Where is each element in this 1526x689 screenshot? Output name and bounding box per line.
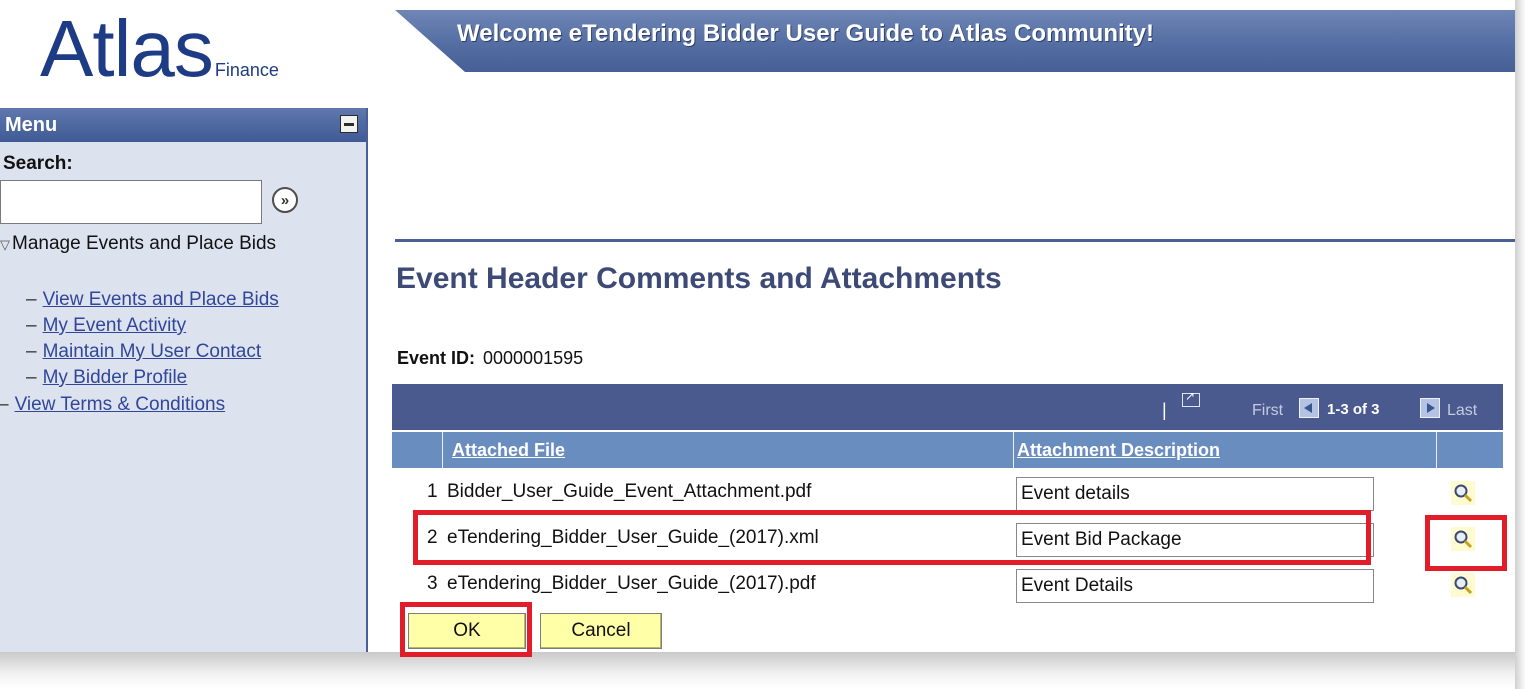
menu-folder-label: Manage Events and Place Bids	[12, 233, 277, 254]
row-number: 1	[427, 481, 438, 502]
welcome-banner-text: Welcome eTendering Bidder User Guide to …	[457, 20, 1154, 47]
table-row: 3 eTendering_Bidder_User_Guide_(2017).pd…	[392, 563, 1503, 607]
column-attached-file[interactable]: Attached File	[452, 440, 565, 461]
menu-link-bidder-profile[interactable]: My Bidder Profile	[43, 367, 188, 388]
menu-folder-manage-events[interactable]: ▽ Manage Events and Place Bids	[0, 230, 340, 258]
highlight-row-2	[413, 510, 1371, 565]
menu-link-maintain-contact[interactable]: Maintain My User Contact	[43, 341, 262, 362]
menu-item-view-events: – View Events and Place Bids	[26, 289, 279, 310]
nav-last: Last	[1447, 402, 1478, 419]
menu-header: Menu	[0, 108, 366, 142]
grid-column-header: Attached File Attachment Description	[392, 432, 1503, 468]
column-attachment-description[interactable]: Attachment Description	[1017, 440, 1220, 461]
magnifier-icon[interactable]	[1451, 573, 1475, 597]
menu-search-input[interactable]	[0, 180, 262, 224]
event-id: Event ID: 0000001595	[397, 348, 583, 369]
frame-shadow	[0, 652, 1526, 689]
event-id-label: Event ID:	[397, 348, 476, 368]
menu-link-my-event-activity[interactable]: My Event Activity	[43, 315, 187, 336]
cancel-button[interactable]: Cancel	[540, 613, 662, 649]
grid-navigation-bar: | First 1-3 of 3 Last	[392, 384, 1503, 430]
frame-shadow-right	[1515, 0, 1526, 689]
nav-first: First	[1252, 402, 1284, 419]
content-divider	[395, 239, 1515, 242]
attachment-description-field[interactable]	[1016, 569, 1374, 603]
attached-file-name: Bidder_User_Guide_Event_Attachment.pdf	[447, 481, 812, 502]
search-label: Search:	[3, 153, 73, 174]
table-row: 1 Bidder_User_Guide_Event_Attachment.pdf	[392, 471, 1503, 515]
menu-title: Menu	[5, 114, 58, 136]
attachment-description-field[interactable]	[1016, 477, 1374, 511]
atlas-finance-logo: Atlas Finance	[40, 4, 279, 94]
row-number: 3	[427, 573, 438, 594]
logo-main-text: Atlas	[40, 4, 214, 93]
previous-arrow-icon	[1299, 398, 1319, 418]
menu-item-terms: –View Terms & Conditions	[0, 394, 225, 416]
menu-item-bidder-profile: – My Bidder Profile	[26, 367, 188, 388]
event-id-value: 0000001595	[483, 348, 584, 368]
left-menu: Menu Search: » ▽ Manage Events and Place …	[0, 108, 368, 652]
page-title: Event Header Comments and Attachments	[396, 262, 1002, 295]
nav-range: 1-3 of 3	[1327, 401, 1380, 418]
menu-link-view-events[interactable]: View Events and Place Bids	[43, 289, 279, 310]
highlight-ok-button	[400, 602, 532, 657]
logo-sub-text: Finance	[214, 60, 279, 80]
view-all-icon[interactable]	[1182, 389, 1200, 407]
attached-file-name: eTendering_Bidder_User_Guide_(2017).pdf	[447, 573, 816, 594]
menu-item-maintain-contact: – Maintain My User Contact	[26, 341, 262, 362]
magnifier-icon[interactable]	[1451, 481, 1475, 505]
welcome-banner: Welcome eTendering Bidder User Guide to …	[395, 10, 1515, 72]
menu-link-terms[interactable]: View Terms & Conditions	[15, 394, 226, 415]
highlight-view-icon	[1425, 515, 1507, 571]
menu-item-my-event-activity: – My Event Activity	[26, 315, 187, 336]
next-arrow-icon	[1420, 398, 1440, 418]
collapse-menu-icon[interactable]	[340, 115, 358, 133]
expanded-triangle-icon: ▽	[0, 237, 10, 252]
search-go-icon[interactable]: »	[272, 187, 298, 213]
